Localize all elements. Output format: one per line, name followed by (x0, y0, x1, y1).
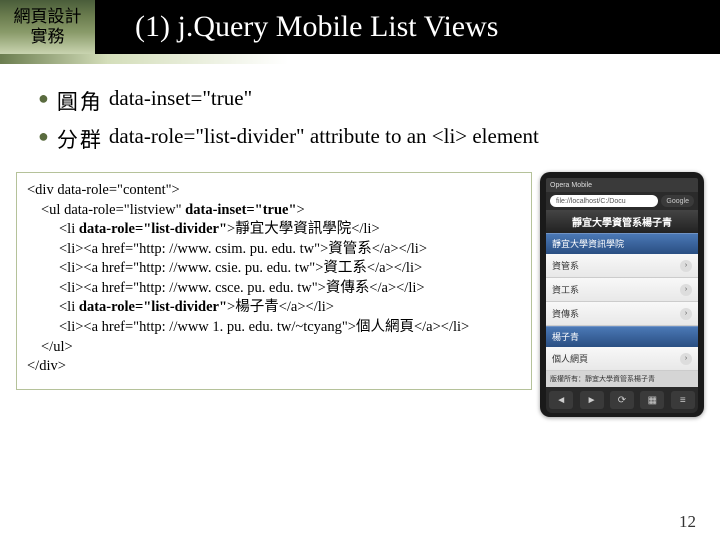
phone-preview: Opera Mobile file://localhost/C:/Docu Go… (540, 172, 704, 417)
chevron-right-icon: › (680, 308, 692, 320)
browser-url-bar: file://localhost/C:/Docu Google (546, 192, 698, 210)
page-number: 12 (679, 512, 696, 532)
code-line: <li data-role="list-divider">靜宜大學資訊學院</l… (27, 220, 521, 240)
phone-window-title: Opera Mobile (546, 178, 698, 192)
list-divider: 靜宜大學資訊學院 (546, 233, 698, 254)
forward-button[interactable]: ► (580, 391, 604, 409)
bullet-code: data-inset="true" (109, 86, 252, 111)
bullet-icon: ● (38, 124, 49, 149)
back-button[interactable]: ◄ (549, 391, 573, 409)
header-left: 網頁設計 實務 (0, 0, 95, 54)
list-item[interactable]: 資管系› (546, 254, 698, 278)
bullet-label: 圓角 (57, 86, 103, 116)
tabs-button[interactable]: ▦ (640, 391, 664, 409)
decorative-strip (0, 54, 720, 64)
code-line: <li><a href="http: //www. csie. pu. edu.… (27, 259, 521, 279)
app-header: 靜宜大學資管系楊子青 (546, 210, 698, 233)
code-line: </div> (27, 357, 521, 377)
bullet-icon: ● (38, 86, 49, 111)
code-line: <div data-role="content"> (27, 181, 521, 201)
chevron-right-icon: › (680, 260, 692, 272)
code-line: <li><a href="http: //www. csim. pu. edu.… (27, 240, 521, 260)
list-item[interactable]: 個人網頁› (546, 347, 698, 371)
code-line: <ul data-role="listview" data-inset="tru… (27, 201, 521, 221)
slide-header: 網頁設計 實務 (1) j.Query Mobile List Views (0, 0, 720, 54)
bullet-item: ● 圓角 data-inset="true" (38, 86, 720, 116)
code-example: <div data-role="content"> <ul data-role=… (16, 172, 532, 390)
header-left-line2: 實務 (31, 27, 65, 47)
code-line: <li data-role="list-divider">楊子青</a></li… (27, 298, 521, 318)
browser-bottom-bar: ◄ ► ⟳ ▦ ≡ (546, 387, 698, 413)
chevron-right-icon: › (680, 353, 692, 365)
search-engine-button[interactable]: Google (661, 195, 694, 207)
bullet-label: 分群 (57, 124, 103, 154)
header-left-line1: 網頁設計 (14, 7, 82, 27)
list-item[interactable]: 資傳系› (546, 302, 698, 326)
menu-button[interactable]: ≡ (671, 391, 695, 409)
chevron-right-icon: › (680, 284, 692, 296)
bullet-item: ● 分群 data-role="list-divider" attribute … (38, 124, 720, 154)
code-line: <li><a href="http: //www 1. pu. edu. tw/… (27, 318, 521, 338)
list-item[interactable]: 資工系› (546, 278, 698, 302)
app-footer: 版權所有：靜宜大學資管系楊子青 (546, 371, 698, 387)
content-area: <div data-role="content"> <ul data-role=… (0, 172, 720, 417)
slide-title: (1) j.Query Mobile List Views (95, 0, 720, 54)
code-line: <li><a href="http: //www. csce. pu. edu.… (27, 279, 521, 299)
list-divider: 楊子青 (546, 326, 698, 347)
url-input[interactable]: file://localhost/C:/Docu (550, 195, 658, 207)
reload-button[interactable]: ⟳ (610, 391, 634, 409)
code-line: </ul> (27, 338, 521, 358)
bullet-list: ● 圓角 data-inset="true" ● 分群 data-role="l… (0, 64, 720, 172)
bullet-code: data-role="list-divider" attribute to an… (109, 124, 539, 149)
